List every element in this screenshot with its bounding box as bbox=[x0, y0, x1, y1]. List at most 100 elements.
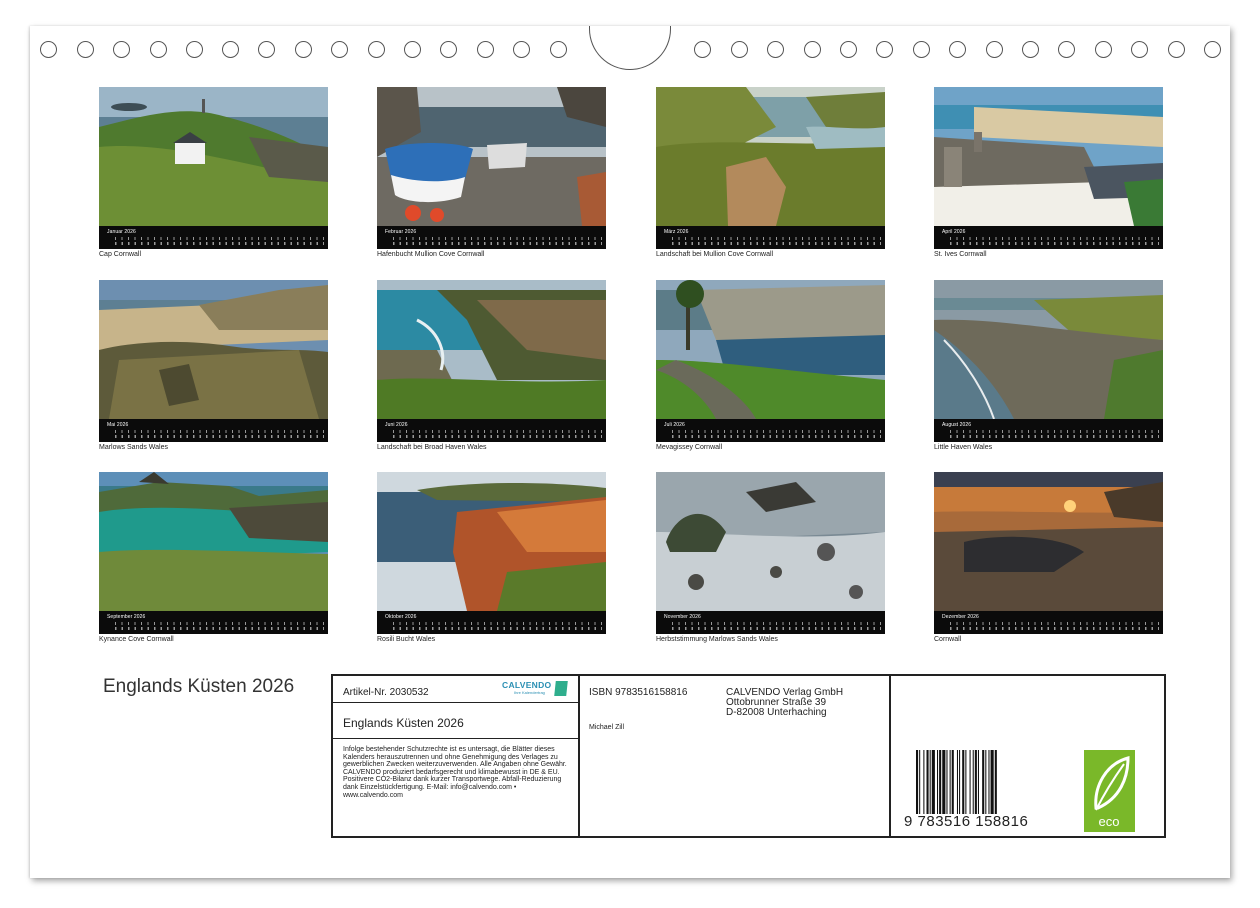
photo-caption: Cap Cornwall bbox=[99, 251, 142, 258]
binding-hole bbox=[258, 41, 275, 58]
binding-hole bbox=[40, 41, 57, 58]
month-name: Dezember 2026 bbox=[942, 614, 979, 620]
day-numbers bbox=[672, 435, 881, 438]
day-numbers bbox=[950, 627, 1159, 630]
day-numbers bbox=[393, 435, 602, 438]
binding-hole bbox=[876, 41, 893, 58]
binding-hole bbox=[331, 41, 348, 58]
binding-hole bbox=[295, 41, 312, 58]
binding-hole bbox=[1131, 41, 1148, 58]
divider bbox=[333, 738, 578, 739]
binding-hole bbox=[840, 41, 857, 58]
photo-caption: Landschaft bei Broad Haven Wales bbox=[377, 444, 487, 451]
photo-caption: Marlows Sands Wales bbox=[99, 444, 168, 451]
month-photo bbox=[934, 472, 1163, 611]
day-numbers bbox=[950, 242, 1159, 245]
binding-hole bbox=[368, 41, 385, 58]
photo-caption: St. Ives Cornwall bbox=[934, 251, 987, 258]
isbn: ISBN 9783516158816 bbox=[589, 687, 688, 698]
month-photo bbox=[99, 472, 328, 611]
month-name: April 2026 bbox=[942, 229, 966, 235]
binding-hole bbox=[1022, 41, 1039, 58]
month-photo bbox=[934, 87, 1163, 226]
photo-caption: Herbststimmung Marlows Sands Wales bbox=[656, 636, 778, 643]
day-numbers bbox=[393, 627, 602, 630]
logo-subtitle: Ihre Kalendertrag bbox=[514, 690, 545, 695]
day-numbers bbox=[115, 435, 324, 438]
logo-text: CALVENDO bbox=[502, 680, 552, 690]
binding-hole bbox=[113, 41, 130, 58]
binding-hole bbox=[949, 41, 966, 58]
day-numbers bbox=[115, 627, 324, 630]
calvendo-logo: CALVENDO Ihre Kalendertrag bbox=[502, 680, 570, 698]
month-calendar-strip: September 2026 bbox=[99, 611, 328, 634]
publisher-city: D-82008 Unterhaching bbox=[726, 707, 827, 718]
photo-caption: Cornwall bbox=[934, 636, 962, 643]
month-name: März 2026 bbox=[664, 229, 689, 235]
month-photo bbox=[99, 280, 328, 419]
month-calendar-strip: November 2026 bbox=[656, 611, 885, 634]
legal-notice: Infolge bestehender Schutzrechte ist es … bbox=[343, 746, 567, 799]
barcode-icon bbox=[916, 750, 997, 814]
divider bbox=[578, 676, 580, 836]
month-name: Oktober 2026 bbox=[385, 614, 417, 620]
month-photo bbox=[377, 472, 606, 611]
svg-text:eco: eco bbox=[1099, 814, 1120, 829]
month-photo bbox=[934, 280, 1163, 419]
month-name: Juli 2026 bbox=[664, 422, 685, 428]
day-numbers bbox=[672, 627, 881, 630]
photo-caption: Kynance Cove Cornwall bbox=[99, 636, 174, 643]
photo-caption: Landschaft bei Mullion Cove Cornwall bbox=[656, 251, 774, 258]
binding-hole bbox=[694, 41, 711, 58]
binding-hole bbox=[1204, 41, 1221, 58]
binding-hole bbox=[986, 41, 1003, 58]
month-name: Juni 2026 bbox=[385, 422, 408, 428]
binding-hole bbox=[477, 41, 494, 58]
calendar-icon bbox=[554, 681, 568, 696]
month-photo bbox=[377, 87, 606, 226]
binding-hole bbox=[1095, 41, 1112, 58]
month-name: Januar 2026 bbox=[107, 229, 136, 235]
product-info-block: Artikel-Nr. 2030532 CALVENDO Ihre Kalend… bbox=[331, 674, 1166, 838]
page-title: Englands Küsten 2026 bbox=[103, 676, 295, 697]
binding-hole bbox=[186, 41, 203, 58]
day-numbers bbox=[115, 242, 324, 245]
binding-hole bbox=[77, 41, 94, 58]
month-name: Mai 2026 bbox=[107, 422, 129, 428]
binding-hole bbox=[913, 41, 930, 58]
month-calendar-strip: März 2026 bbox=[656, 226, 885, 249]
barcode-number: 9 783516 158816 bbox=[904, 813, 1029, 830]
month-calendar-strip: August 2026 bbox=[934, 419, 1163, 442]
month-photo bbox=[656, 87, 885, 226]
binding-hole bbox=[731, 41, 748, 58]
photo-caption: Mevagissey Cornwall bbox=[656, 444, 723, 451]
day-numbers bbox=[393, 242, 602, 245]
month-name: Februar 2026 bbox=[385, 229, 417, 235]
binding-hole bbox=[222, 41, 239, 58]
binding-hole bbox=[1058, 41, 1075, 58]
barcode-area: 9 783516 158816 eco bbox=[889, 676, 1166, 836]
month-calendar-strip: April 2026 bbox=[934, 226, 1163, 249]
author: Michael Zill bbox=[589, 724, 625, 731]
binding-hole bbox=[1168, 41, 1185, 58]
binding-hole bbox=[513, 41, 530, 58]
month-calendar-strip: Juni 2026 bbox=[377, 419, 606, 442]
day-numbers bbox=[950, 435, 1159, 438]
month-name: September 2026 bbox=[107, 614, 146, 620]
photo-caption: Little Haven Wales bbox=[934, 444, 993, 451]
product-title: Englands Küsten 2026 bbox=[343, 716, 464, 730]
month-photo bbox=[377, 280, 606, 419]
month-calendar-strip: Mai 2026 bbox=[99, 419, 328, 442]
month-name: November 2026 bbox=[664, 614, 701, 620]
month-name: August 2026 bbox=[942, 422, 972, 428]
month-photo bbox=[656, 280, 885, 419]
binding-hole bbox=[150, 41, 167, 58]
month-photo bbox=[656, 472, 885, 611]
month-calendar-strip: Oktober 2026 bbox=[377, 611, 606, 634]
photo-caption: Rosili Bucht Wales bbox=[377, 636, 436, 643]
divider bbox=[333, 702, 578, 703]
binding-hole bbox=[550, 41, 567, 58]
month-calendar-strip: Dezember 2026 bbox=[934, 611, 1163, 634]
month-calendar-strip: Juli 2026 bbox=[656, 419, 885, 442]
eco-leaf-icon: eco bbox=[1084, 750, 1135, 832]
